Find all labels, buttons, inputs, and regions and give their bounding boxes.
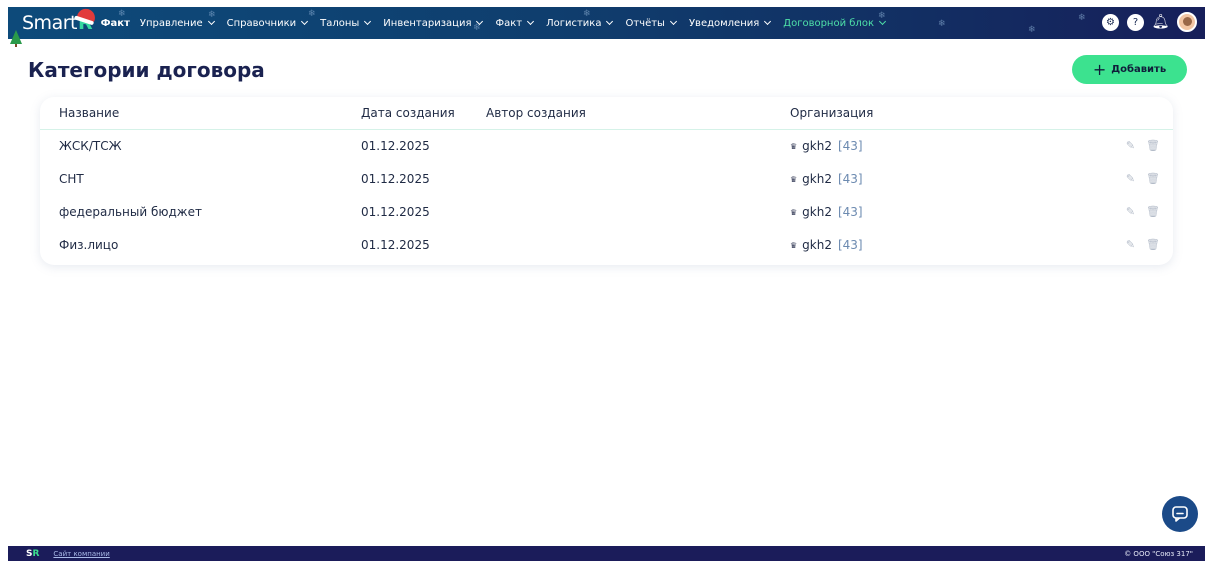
nav-item-label: Отчёты — [625, 17, 665, 29]
edit-icon[interactable]: ✎ — [1125, 140, 1136, 152]
nav-item-inventory[interactable]: Инвентаризация — [383, 17, 484, 29]
table-header: Название Дата создания Автор создания Ор… — [40, 97, 1173, 130]
cell-name: СНТ — [59, 172, 84, 186]
chevron-down-icon — [364, 17, 372, 26]
crown-icon: ♛ — [790, 141, 798, 151]
chat-icon — [1172, 506, 1188, 522]
crown-icon: ♛ — [790, 240, 798, 250]
cell-organization: ♛ gkh2 [43] — [790, 139, 863, 153]
page-title: Категории договора — [28, 58, 265, 82]
delete-icon[interactable]: 🗑︎ — [1146, 173, 1160, 185]
cell-created: 01.12.2025 — [361, 139, 430, 153]
cell-created: 01.12.2025 — [361, 172, 430, 186]
edit-icon[interactable]: ✎ — [1125, 173, 1136, 185]
row-actions: ✎ 🗑︎ — [1125, 206, 1160, 218]
crown-icon: ♛ — [790, 174, 798, 184]
snowflake-decor: ❄ — [1078, 13, 1086, 23]
main-menu: Управление Справочники Талоны Инвентариз… — [140, 7, 898, 39]
chevron-down-icon — [764, 17, 772, 26]
cell-organization: ♛ gkh2 [43] — [790, 238, 863, 252]
org-id: [43] — [837, 172, 863, 186]
nav-item-label: Уведомления — [688, 17, 760, 29]
chevron-down-icon — [476, 17, 484, 26]
nav-item-coupons[interactable]: Талоны — [320, 17, 372, 29]
cell-organization: ♛ gkh2 [43] — [790, 172, 863, 186]
nav-item-fact[interactable]: Факт — [495, 17, 535, 29]
nav-item-directories[interactable]: Справочники — [226, 17, 309, 29]
snowflake-decor: ❄ — [1028, 25, 1036, 35]
nav-item-label: Логистика — [546, 17, 602, 29]
table-row[interactable]: Физ.лицо 01.12.2025 ♛ gkh2 [43] ✎ 🗑︎ — [40, 229, 1173, 262]
row-actions: ✎ 🗑︎ — [1125, 140, 1160, 152]
org-name: gkh2 — [802, 172, 832, 186]
add-button-label: Добавить — [1111, 64, 1167, 75]
nav-item-label: Факт — [495, 17, 523, 29]
chevron-down-icon — [669, 17, 677, 26]
chevron-down-icon — [527, 17, 535, 26]
nav-item-label: Договорной блок — [783, 17, 874, 29]
nav-item-label: Инвентаризация — [383, 17, 472, 29]
delete-icon[interactable]: 🗑︎ — [1146, 140, 1160, 152]
avatar[interactable] — [1177, 12, 1197, 32]
snowflake-decor: ❄ — [583, 9, 591, 19]
cell-name: Физ.лицо — [59, 238, 119, 252]
delete-icon[interactable]: 🗑︎ — [1146, 206, 1160, 218]
org-id: [43] — [837, 205, 863, 219]
crown-icon: ♛ — [790, 207, 798, 217]
table-row[interactable]: ЖСК/ТСЖ 01.12.2025 ♛ gkh2 [43] ✎ 🗑︎ — [40, 130, 1173, 163]
column-header-name[interactable]: Название — [59, 106, 119, 120]
help-icon[interactable]: ? — [1127, 13, 1144, 31]
logo-subtitle: Факт — [100, 17, 130, 29]
add-button[interactable]: + Добавить — [1072, 55, 1187, 84]
top-navbar: ❄ ❄ ❄ ❄ ❄ ❄ ❄ ❄ ❄ Smart R Факт Управлени… — [8, 7, 1205, 39]
row-actions: ✎ 🗑︎ — [1125, 239, 1160, 251]
christmas-tree-icon — [10, 30, 22, 47]
edit-icon[interactable]: ✎ — [1125, 239, 1136, 251]
footer: SR Сайт компании © ООО "Союз 317" — [8, 546, 1205, 561]
column-header-created[interactable]: Дата создания — [361, 106, 455, 120]
cell-created: 01.12.2025 — [361, 205, 430, 219]
logo-text: Smart — [22, 12, 77, 34]
nav-item-label: Талоны — [320, 17, 360, 29]
snowflake-decor: ❄ — [308, 9, 316, 19]
cell-name: федеральный бюджет — [59, 205, 202, 219]
nav-item-label: Справочники — [226, 17, 297, 29]
settings-icon[interactable]: ⚙ — [1102, 13, 1119, 31]
app-logo[interactable]: Smart R Факт — [22, 7, 130, 39]
header-actions: ⚙ ? 🔔︎ — [1102, 12, 1197, 32]
edit-icon[interactable]: ✎ — [1125, 206, 1136, 218]
nav-item-reports[interactable]: Отчёты — [625, 17, 677, 29]
chat-button[interactable] — [1162, 496, 1198, 532]
org-id: [43] — [837, 139, 863, 153]
chevron-down-icon — [301, 17, 309, 26]
org-name: gkh2 — [802, 139, 832, 153]
cell-created: 01.12.2025 — [361, 238, 430, 252]
org-id: [43] — [837, 238, 863, 252]
nav-item-notifications[interactable]: Уведомления — [688, 17, 772, 29]
column-header-organization[interactable]: Организация — [790, 106, 873, 120]
snowflake-decor: ❄ — [938, 19, 946, 29]
nav-item-contracts[interactable]: Договорной блок — [783, 17, 887, 29]
row-actions: ✎ 🗑︎ — [1125, 173, 1160, 185]
plus-icon: + — [1092, 59, 1107, 79]
org-name: gkh2 — [802, 205, 832, 219]
footer-logo: SR — [26, 549, 39, 559]
nav-item-logistics[interactable]: Логистика — [546, 17, 614, 29]
org-name: gkh2 — [802, 238, 832, 252]
cell-organization: ♛ gkh2 [43] — [790, 205, 863, 219]
nav-item-management[interactable]: Управление — [139, 17, 215, 29]
table-row[interactable]: СНТ 01.12.2025 ♛ gkh2 [43] ✎ 🗑︎ — [40, 163, 1173, 196]
nav-item-label: Управление — [139, 17, 203, 29]
chevron-down-icon — [606, 17, 614, 26]
copyright: © ООО "Союз 317" — [1124, 549, 1193, 558]
company-site-link[interactable]: Сайт компании — [53, 550, 109, 558]
categories-table: Название Дата создания Автор создания Ор… — [40, 97, 1173, 265]
cell-name: ЖСК/ТСЖ — [59, 139, 122, 153]
table-row[interactable]: федеральный бюджет 01.12.2025 ♛ gkh2 [43… — [40, 196, 1173, 229]
delete-icon[interactable]: 🗑︎ — [1146, 239, 1160, 251]
column-header-author[interactable]: Автор создания — [486, 106, 586, 120]
santa-hat-icon — [76, 7, 98, 23]
bell-icon[interactable]: 🔔︎ — [1152, 14, 1170, 31]
footer-logo-r: R — [32, 548, 40, 559]
